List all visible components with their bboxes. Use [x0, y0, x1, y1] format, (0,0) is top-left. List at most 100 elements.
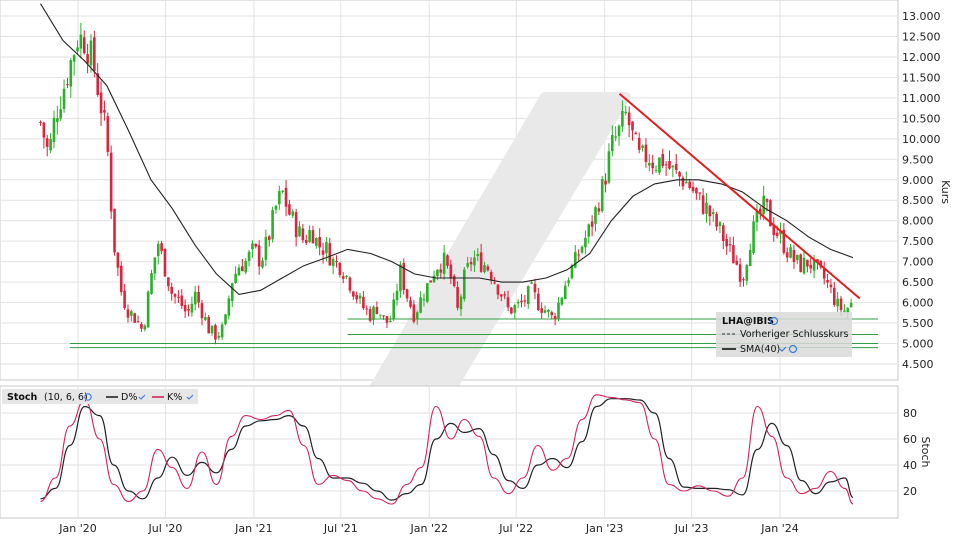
candle-body — [82, 37, 86, 54]
candle-body — [227, 298, 231, 316]
candle-body — [103, 110, 106, 113]
candle-body — [173, 294, 177, 297]
candle-body — [802, 258, 806, 274]
candle-body — [493, 282, 496, 284]
candle-body — [143, 325, 147, 330]
candle-body — [426, 283, 429, 302]
candle-body — [654, 169, 658, 171]
candle-body — [678, 172, 681, 177]
y-tick-label: 10.500 — [902, 112, 941, 125]
candle-body — [331, 259, 335, 267]
candle-body — [119, 265, 123, 293]
legend-sma-label: SMA(40) — [740, 344, 780, 355]
candle-body — [429, 280, 432, 283]
candle-body — [621, 110, 624, 127]
candle-body — [671, 165, 675, 168]
candle-body — [795, 254, 799, 261]
candle-body — [617, 125, 621, 137]
candle-body — [500, 294, 503, 297]
candle-body — [385, 316, 389, 323]
candle-body — [220, 324, 224, 338]
x-tick-label: Jul '22 — [498, 522, 533, 535]
candle-body — [510, 307, 513, 314]
candle-body — [826, 280, 829, 283]
candle-body — [72, 55, 76, 62]
candle-body — [409, 300, 412, 307]
candle-body — [658, 157, 661, 173]
candle-body — [580, 246, 584, 253]
candle-body — [762, 195, 765, 215]
candle-body — [439, 269, 443, 273]
candle-body — [422, 299, 426, 301]
candle-body — [59, 109, 63, 119]
candle-body — [217, 335, 221, 338]
candle-body — [89, 40, 93, 66]
candle-body — [752, 221, 755, 253]
candle-body — [456, 287, 459, 308]
candle-body — [711, 212, 715, 215]
candle-body — [207, 317, 210, 334]
stoch-y-axis: 80 60 40 20 — [903, 407, 917, 498]
legend-prev-close-label: Vorheriger Schlusskurs — [740, 329, 848, 340]
candle-body — [335, 261, 338, 263]
candle-body — [745, 265, 749, 281]
y-tick-label: 13.000 — [902, 10, 941, 23]
candle-body — [402, 262, 406, 290]
candle-body — [775, 232, 779, 237]
candle-body — [183, 304, 187, 312]
y-tick-label: 4.500 — [902, 358, 934, 371]
stoch-title: Stoch — [7, 392, 38, 403]
candle-body — [352, 291, 355, 297]
y-tick-label: 6.000 — [902, 297, 934, 310]
candle-body — [281, 190, 284, 192]
candle-body — [809, 264, 813, 269]
candle-body — [395, 290, 399, 301]
y-tick-label: 12.500 — [902, 30, 941, 43]
candle-body — [506, 297, 510, 308]
candle-body — [52, 117, 56, 142]
candle-body — [39, 121, 42, 123]
candle-body — [742, 279, 745, 281]
candle-body — [278, 191, 281, 205]
stoch-params: (10, 6, 6) — [44, 392, 88, 403]
legend-symbol: LHA@IBIS — [722, 316, 774, 327]
candle-body — [604, 180, 607, 185]
candle-body — [600, 179, 604, 212]
stoch-tick-label: 60 — [903, 433, 917, 446]
candle-body — [557, 302, 560, 319]
candle-body — [237, 267, 241, 276]
candle-body — [574, 252, 577, 268]
candle-body — [627, 112, 631, 126]
candle-body — [644, 144, 648, 162]
candle-body — [476, 254, 480, 257]
x-tick-label: Jul '23 — [674, 522, 709, 535]
stoch-tick-label: 80 — [903, 407, 917, 420]
candle-body — [109, 152, 113, 212]
stoch-y-axis-title: Stoch — [919, 436, 932, 467]
candle-body — [378, 314, 382, 316]
candle-body — [116, 252, 120, 268]
candle-body — [86, 54, 89, 64]
candle-body — [42, 122, 46, 138]
candle-body — [459, 296, 463, 310]
x-axis: Jan '20 Jul '20 Jan '21 Jul '21 Jan '22 Jul '… — [58, 522, 798, 535]
stoch-k-label: K% — [167, 392, 182, 403]
x-tick-label: Jan '20 — [58, 522, 96, 535]
candle-body — [93, 37, 96, 71]
candle-body — [382, 315, 385, 317]
candle-body — [661, 154, 665, 167]
candle-body — [348, 277, 352, 291]
candle-body — [587, 224, 591, 237]
candle-body — [607, 151, 611, 183]
candle-body — [738, 264, 742, 282]
candle-body — [214, 325, 217, 340]
candle-body — [836, 298, 839, 307]
candle-body — [829, 284, 833, 288]
candle-body — [261, 260, 264, 268]
candle-body — [123, 290, 126, 308]
candle-body — [204, 317, 207, 320]
candle-body — [193, 291, 197, 305]
candle-body — [392, 299, 395, 320]
candle-body — [728, 244, 732, 246]
candle-body — [631, 121, 634, 131]
